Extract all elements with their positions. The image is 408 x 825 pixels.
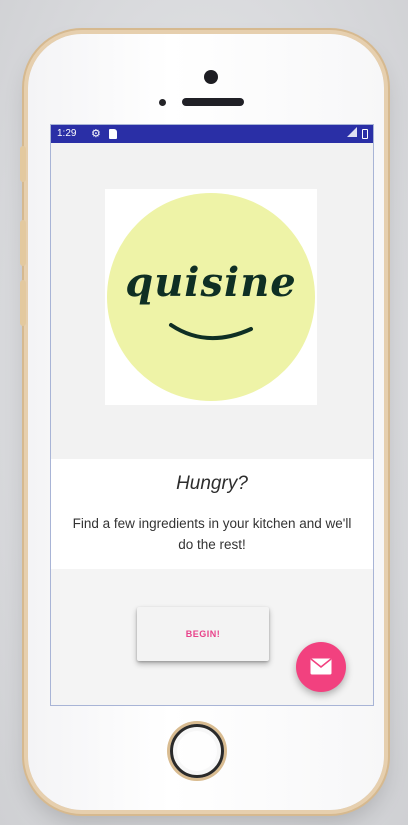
subtext: Find a few ingredients in your kitchen a… <box>72 516 352 552</box>
signal-icon <box>347 127 357 140</box>
battery-icon <box>362 129 368 139</box>
welcome-message: Hungry? Find a few ingredients in your k… <box>51 459 373 569</box>
logo-card: quisine <box>105 189 317 405</box>
logo-wordmark: quisine <box>125 259 297 306</box>
smile-icon <box>169 323 253 340</box>
sd-card-icon <box>109 129 117 139</box>
gear-icon: ⚙ <box>91 128 101 140</box>
proximity-sensor <box>159 99 166 106</box>
status-time: 1:29 <box>57 128 77 139</box>
status-bar: 1:29 ⚙ <box>51 125 373 143</box>
volume-down-button <box>20 280 26 326</box>
mute-switch <box>20 146 26 182</box>
begin-button[interactable]: BEGIN! <box>137 607 269 661</box>
home-button[interactable] <box>170 724 224 778</box>
volume-up-button <box>20 220 26 266</box>
email-icon <box>310 658 332 675</box>
hero-section: quisine <box>51 143 373 459</box>
headline: Hungry? <box>176 473 248 494</box>
front-camera <box>204 70 218 84</box>
app-screen: 1:29 ⚙ quisine Hungry? Find a few ingred… <box>50 124 374 706</box>
email-fab-button[interactable] <box>296 642 346 692</box>
earpiece-speaker <box>182 98 244 106</box>
logo-circle: quisine <box>107 193 315 401</box>
